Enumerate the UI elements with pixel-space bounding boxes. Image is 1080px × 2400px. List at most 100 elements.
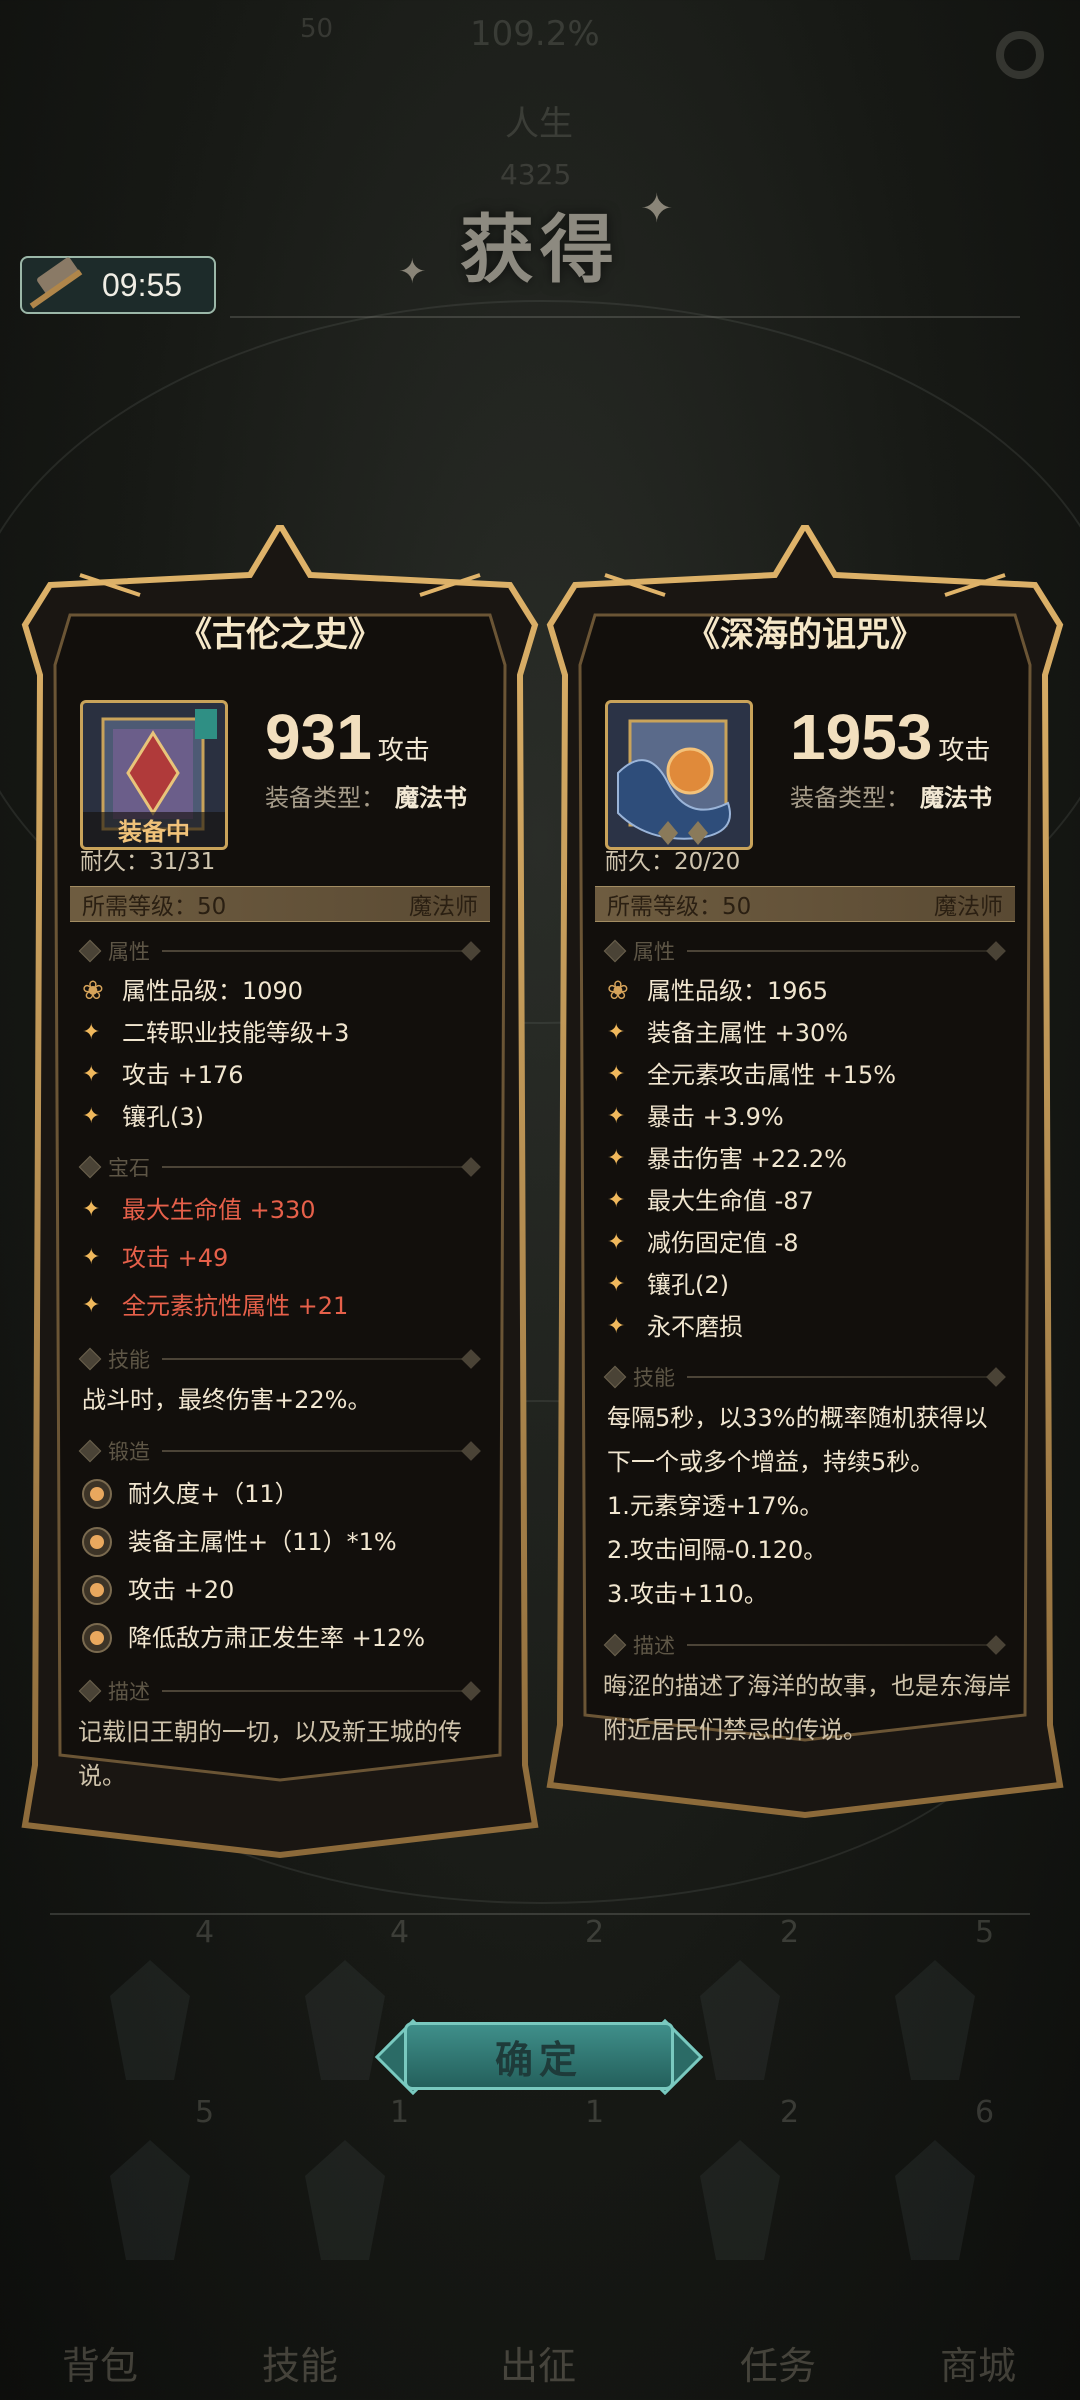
attack-value: 1953 xyxy=(790,701,933,773)
star-icon: ✦ xyxy=(607,1188,626,1213)
required-class: 魔法师 xyxy=(934,894,1003,920)
gear-icon xyxy=(996,31,1044,79)
section-skill: 技能 xyxy=(595,1364,1015,1390)
forge-line: 装备主属性+（11）*1% xyxy=(70,1518,490,1566)
star-icon: ✦ xyxy=(607,1272,626,1297)
bg-center-label: 人生 xyxy=(505,104,573,144)
forge-dot-icon xyxy=(82,1575,112,1605)
forge-text: 降低敌方肃正发生率 +12% xyxy=(128,1624,426,1652)
attribute-quality: ❀ 属性品级：1090 xyxy=(70,970,490,1012)
attack-power: 1953 攻击 xyxy=(790,700,990,774)
timer-badge: 09:55 xyxy=(20,256,216,314)
skill-text: 2.攻击间隔-0.120。 xyxy=(607,1536,828,1564)
attribute-line: ✦ 暴击伤害 +22.2% xyxy=(595,1138,1015,1180)
attribute-quality: ❀ 属性品级：1965 xyxy=(595,970,1015,1012)
attack-unit: 攻击 xyxy=(377,735,430,765)
forge-line: 耐久度+（11） xyxy=(70,1470,490,1518)
section-label: 描述 xyxy=(633,1634,675,1658)
requirement-bar: 所需等级：50 魔法师 xyxy=(595,886,1015,922)
skill-text: 3.攻击+110。 xyxy=(607,1580,768,1608)
gem-line: ✦ 最大生命值 +330 xyxy=(70,1186,490,1234)
bg-num: 5 xyxy=(195,2095,215,2130)
description-text: 晦涩的描述了海洋的故事，也是东海岸附近居民们禁忌的传说。 xyxy=(603,1672,1011,1744)
skill-text: 每隔5秒，以33%的概率随机获得以下一个或多个增益，持续5秒。 xyxy=(607,1404,988,1476)
attribute-line: ✦ 镶孔(2) xyxy=(595,1264,1015,1306)
type-value: 魔法书 xyxy=(395,784,467,812)
bg-num: 4 xyxy=(390,1915,410,1950)
item-name: 《古伦之史》 xyxy=(178,615,382,655)
sparkle-icon: ✦ xyxy=(398,252,427,292)
bg-num: 4 xyxy=(195,1915,215,1950)
attribute-line: ✦ 全元素攻击属性 +15% xyxy=(595,1054,1015,1096)
attribute-text: 永不磨损 xyxy=(647,1313,743,1341)
hammer-icon xyxy=(22,256,92,314)
attribute-text: 镶孔(3) xyxy=(122,1103,204,1131)
bg-center-value: 4325 xyxy=(500,158,572,191)
nav-skills: 技能 xyxy=(262,2344,339,2388)
nav-shop: 商城 xyxy=(940,2344,1017,2388)
attribute-line: ✦ 攻击 +176 xyxy=(70,1054,490,1096)
attribute-text: 二转职业技能等级+3 xyxy=(122,1019,350,1047)
bg-num: 2 xyxy=(780,2095,800,2130)
spellbook-icon: 装备中 xyxy=(80,700,228,850)
bg-top-left: 50 xyxy=(300,14,334,44)
section-attributes: 属性 xyxy=(595,938,1015,964)
type-label: 装备类型： xyxy=(790,784,910,812)
bg-num: 2 xyxy=(585,1915,605,1950)
attribute-line: ✦ 装备主属性 +30% xyxy=(595,1012,1015,1054)
star-icon: ✦ xyxy=(82,1062,101,1087)
attribute-text: 暴击伤害 +22.2% xyxy=(647,1145,847,1173)
deep-sea-tome-icon xyxy=(605,700,753,850)
attack-power: 931 攻击 xyxy=(265,700,430,774)
section-skill: 技能 xyxy=(70,1346,490,1372)
skill-text: 战斗时，最终伤害+22%。 xyxy=(82,1386,372,1414)
timer-text: 09:55 xyxy=(102,266,183,303)
attribute-text: 装备主属性 +30% xyxy=(647,1019,849,1047)
gem-text: 最大生命值 +330 xyxy=(122,1196,316,1224)
confirm-button[interactable]: 确定 xyxy=(374,2006,704,2106)
attack-value: 931 xyxy=(265,701,372,773)
attribute-text: 暴击 +3.9% xyxy=(647,1103,784,1131)
section-attributes: 属性 xyxy=(70,938,490,964)
nav-expedition: 出征 xyxy=(500,2344,577,2388)
equipment-card-left: 《古伦之史》 装备中 931 攻击 装备类型： 魔法书 耐久：31/31 所需等级：… xyxy=(20,525,540,1865)
gem-line: ✦ 攻击 +49 xyxy=(70,1234,490,1282)
star-icon: ✦ xyxy=(82,1020,101,1045)
attribute-text: 减伤固定值 -8 xyxy=(647,1229,799,1257)
forge-line: 降低敌方肃正发生率 +12% xyxy=(70,1614,490,1662)
required-class: 魔法师 xyxy=(409,894,478,920)
star-icon: ✦ xyxy=(607,1146,626,1171)
skill-text: 1.元素穿透+17%。 xyxy=(607,1492,824,1520)
attribute-line: ✦ 镶孔(3) xyxy=(70,1096,490,1138)
section-gems: 宝石 xyxy=(70,1154,490,1180)
confirm-label: 确定 xyxy=(494,2037,583,2082)
forge-dot-icon xyxy=(82,1527,112,1557)
star-icon: ✦ xyxy=(607,1062,626,1087)
requirement-bar: 所需等级：50 魔法师 xyxy=(70,886,490,922)
star-icon: ✦ xyxy=(607,1230,626,1255)
nav-bag: 背包 xyxy=(62,2344,139,2388)
bg-num: 2 xyxy=(780,1915,800,1950)
attribute-line: ✦ 最大生命值 -87 xyxy=(595,1180,1015,1222)
forge-text: 耐久度+（11） xyxy=(128,1480,299,1508)
required-level: 所需等级：50 xyxy=(607,894,752,920)
forge-text: 攻击 +20 xyxy=(128,1576,235,1604)
attribute-line: ✦ 暴击 +3.9% xyxy=(595,1096,1015,1138)
equipment-type: 装备类型： 魔法书 xyxy=(265,778,467,813)
type-label: 装备类型： xyxy=(265,784,385,812)
attribute-text: 镶孔(2) xyxy=(647,1271,729,1299)
star-icon: ✦ xyxy=(82,1245,101,1270)
equipment-type: 装备类型： 魔法书 xyxy=(790,778,992,813)
forge-line: 攻击 +20 xyxy=(70,1566,490,1614)
attribute-line: ✦ 二转职业技能等级+3 xyxy=(70,1012,490,1054)
gem-text: 攻击 +49 xyxy=(122,1244,229,1272)
section-label: 描述 xyxy=(108,1680,150,1704)
lotus-icon: ❀ xyxy=(607,976,629,1006)
forge-text: 装备主属性+（11）*1% xyxy=(128,1528,397,1556)
quality-text: 属性品级：1090 xyxy=(122,977,304,1005)
required-level: 所需等级：50 xyxy=(82,894,227,920)
attribute-line: ✦ 永不磨损 xyxy=(595,1306,1015,1348)
section-label: 技能 xyxy=(633,1366,675,1390)
sparkle-icon: ✦ xyxy=(640,186,674,232)
equipped-badge: 装备中 xyxy=(83,812,225,847)
